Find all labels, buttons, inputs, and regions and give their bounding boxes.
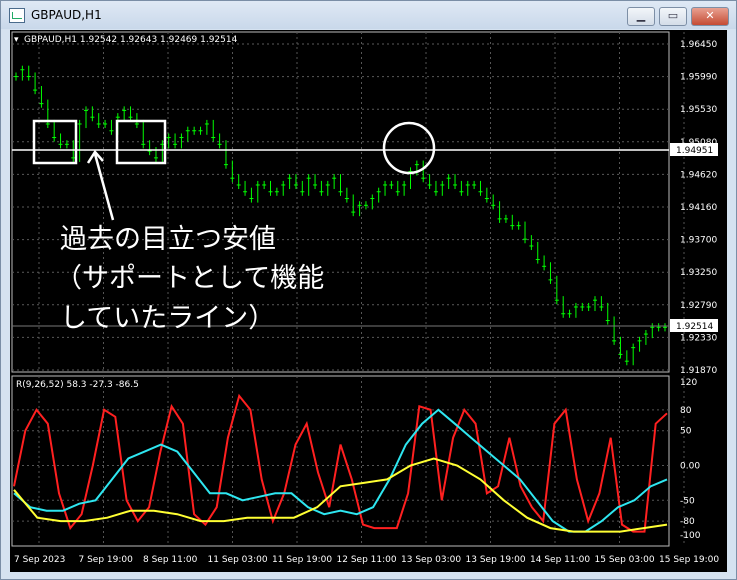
- rsi-series-52: [13, 457, 668, 533]
- minimize-button[interactable]: ▁: [627, 7, 655, 26]
- price-tick-label: 1.96450: [680, 40, 717, 50]
- chart-window: GBPAUD,H1 ▁ ▭ ✕ 1.96450 1.95990 1.95530 1.9…: [0, 0, 737, 580]
- time-tick-label: 8 Sep 11:00: [143, 555, 198, 565]
- price-tick-label: 1.92790: [680, 301, 717, 311]
- annotation-line-1: 過去の目立つ安値: [60, 224, 276, 255]
- time-tick-label: 11 Sep 03:00: [208, 555, 268, 565]
- chart-canvas[interactable]: 1.96450 1.95990 1.95530 1.95080 1.94620 1.941…: [10, 30, 727, 572]
- time-tick-label: 11 Sep 19:00: [272, 555, 332, 565]
- annotation-line-3: していたライン）: [60, 303, 275, 334]
- time-tick-label: 13 Sep 03:00: [401, 555, 461, 565]
- time-tick-label: 7 Sep 2023: [14, 555, 65, 565]
- restore-button[interactable]: ▭: [659, 7, 687, 26]
- price-tick-label: 1.91870: [680, 366, 717, 376]
- indicator-tick-label: 50: [680, 427, 692, 437]
- price-tick-label: 1.94620: [680, 170, 717, 180]
- indicator-tick-label: -50: [680, 496, 695, 506]
- indicator-header: R(9,26,52) 58.3 -27.3 -86.5: [16, 380, 139, 390]
- price-tick-label: 1.92330: [680, 333, 717, 343]
- rsi-lines: [13, 393, 668, 533]
- window-title: GBPAUD,H1: [31, 8, 102, 22]
- indicator-tick-label: 80: [680, 406, 692, 416]
- chart-svg[interactable]: 1.964501.959901.955301.950801.946201.941…: [10, 30, 727, 572]
- annotation-line-2: （サポートとして機能: [55, 263, 324, 294]
- title-bar[interactable]: GBPAUD,H1 ▁ ▭ ✕: [1, 1, 736, 29]
- indicator-tick-label: -100: [680, 531, 701, 541]
- price-header-arrow: ▾: [14, 35, 19, 45]
- time-tick-label: 12 Sep 11:00: [337, 555, 397, 565]
- time-tick-label: 13 Sep 19:00: [466, 555, 526, 565]
- price-tick-label: 1.93700: [680, 236, 717, 246]
- indicator-tick-label: -80: [680, 517, 695, 527]
- price-header: GBPAUD,H1 1.92542 1.92643 1.92469 1.9251…: [24, 35, 238, 45]
- price-tick-label: 1.93250: [680, 268, 717, 278]
- line-price-label: 1.94951: [676, 146, 713, 156]
- indicator-panel-border: [11, 375, 670, 547]
- time-tick-label: 15 Sep 19:00: [659, 555, 719, 565]
- indicator-tick-label: 120: [680, 378, 697, 388]
- indicator-tick-label: 0.00: [680, 461, 700, 471]
- time-tick-label: 15 Sep 03:00: [595, 555, 655, 565]
- price-tick-label: 1.95530: [680, 105, 717, 115]
- chart-app-icon: [9, 8, 25, 23]
- current-price-label: 1.92514: [676, 322, 713, 332]
- price-tick-label: 1.94160: [680, 203, 717, 213]
- price-tick-label: 1.95990: [680, 73, 717, 83]
- indicator-axis: 120 80 50 0.00 -50 -80 -100: [680, 378, 701, 541]
- close-button[interactable]: ✕: [691, 7, 729, 26]
- time-axis: 7 Sep 2023 7 Sep 19:00 8 Sep 11:00 11 Sep 0…: [14, 555, 719, 565]
- time-tick-label: 14 Sep 11:00: [530, 555, 590, 565]
- time-tick-label: 7 Sep 19:00: [79, 555, 134, 565]
- low-highlight-box-1: [32, 119, 78, 165]
